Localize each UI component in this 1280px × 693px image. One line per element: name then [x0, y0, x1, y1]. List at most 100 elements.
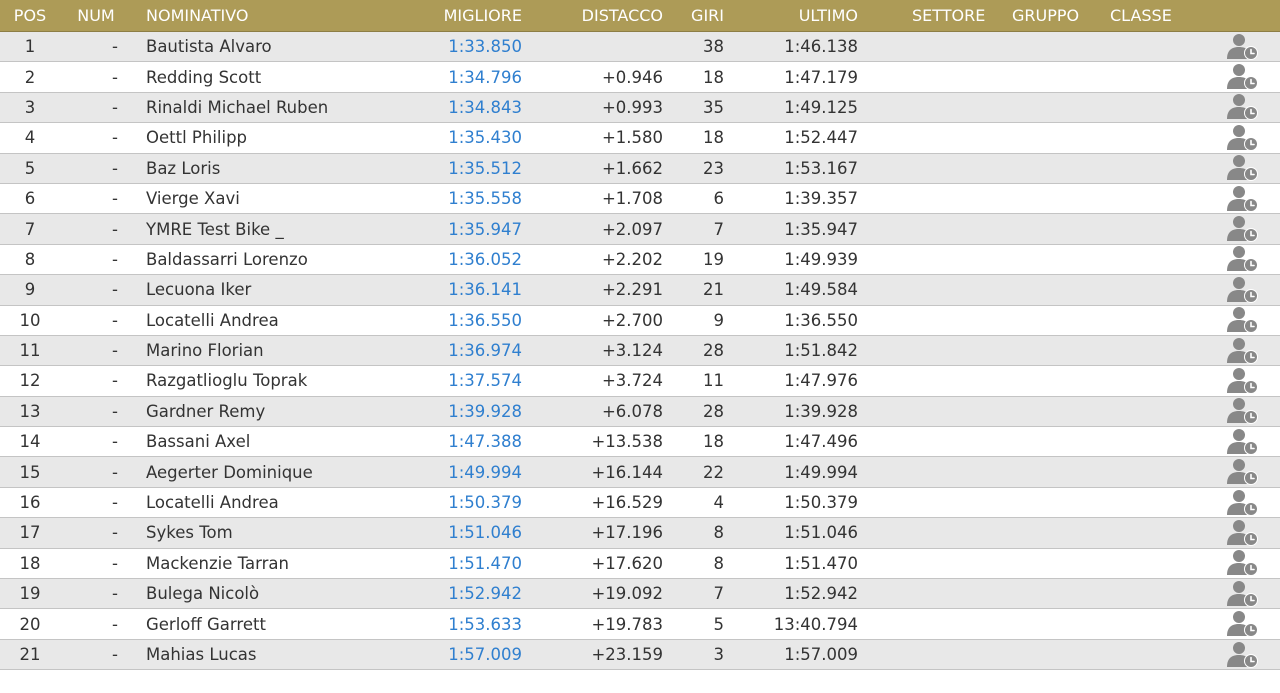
table-row[interactable]: 18 - Mackenzie Tarran 1:51.470 +17.620 8…	[0, 548, 1280, 580]
number-cell: -	[112, 462, 118, 482]
table-row[interactable]: 19 - Bulega Nicolò 1:52.942 +19.092 7 1:…	[0, 579, 1280, 610]
sector-cell	[905, 62, 995, 91]
rider-name-cell: Sykes Tom	[146, 523, 233, 543]
rider-timing-icon[interactable]	[1225, 275, 1261, 304]
number-cell: -	[112, 249, 118, 269]
column-header-gap[interactable]: DISTACCO	[560, 0, 663, 31]
table-row[interactable]: 1 - Bautista Alvaro 1:33.850 38 1:46.138	[0, 32, 1280, 63]
table-row[interactable]: 17 - Sykes Tom 1:51.046 +17.196 8 1:51.0…	[0, 518, 1280, 549]
group-cell	[1005, 397, 1095, 426]
rider-timing-icon[interactable]	[1225, 214, 1261, 243]
column-header-num[interactable]: NUM	[71, 0, 121, 31]
table-row[interactable]: 16 - Locatelli Andrea 1:50.379 +16.529 4…	[0, 487, 1280, 519]
table-row[interactable]: 13 - Gardner Remy 1:39.928 +6.078 28 1:3…	[0, 396, 1280, 428]
column-header-last[interactable]: ULTIMO	[740, 0, 858, 31]
column-header-laps[interactable]: GIRI	[680, 0, 724, 31]
group-cell	[1005, 275, 1095, 304]
position-cell: 17	[19, 523, 41, 543]
rider-name-cell: Bautista Alvaro	[146, 37, 272, 57]
best-lap-cell: 1:57.009	[448, 645, 522, 664]
gap-cell: +1.580	[601, 128, 663, 148]
rider-timing-icon[interactable]	[1225, 32, 1261, 61]
column-header-sector[interactable]: SETTORE	[912, 0, 1002, 31]
group-cell	[1005, 245, 1095, 274]
group-cell	[1005, 214, 1095, 243]
sector-cell	[905, 518, 995, 547]
position-cell: 13	[19, 401, 41, 421]
table-row[interactable]: 8 - Baldassarri Lorenzo 1:36.052 +2.202 …	[0, 244, 1280, 276]
rider-name-cell: Rinaldi Michael Ruben	[146, 97, 329, 117]
rider-timing-icon[interactable]	[1225, 306, 1261, 335]
rider-timing-icon[interactable]	[1225, 397, 1261, 426]
class-cell	[1103, 62, 1193, 91]
gap-cell: +19.092	[591, 584, 663, 604]
table-row[interactable]: 2 - Redding Scott 1:34.796 +0.946 18 1:4…	[0, 62, 1280, 93]
column-header-pos[interactable]: POS	[0, 0, 60, 31]
group-cell	[1005, 518, 1095, 547]
sector-cell	[905, 427, 995, 456]
last-lap-cell: 1:50.379	[784, 493, 858, 513]
table-row[interactable]: 11 - Marino Florian 1:36.974 +3.124 28 1…	[0, 335, 1280, 367]
rider-timing-icon[interactable]	[1225, 154, 1261, 183]
gap-cell: +13.538	[591, 432, 663, 452]
column-header-name[interactable]: NOMINATIVO	[146, 0, 426, 31]
gap-cell: +1.662	[601, 158, 663, 178]
best-lap-cell: 1:36.052	[448, 249, 522, 269]
table-row[interactable]: 7 - YMRE Test Bike _ 1:35.947 +2.097 7 1…	[0, 214, 1280, 245]
best-lap-cell: 1:53.633	[448, 614, 522, 634]
table-row[interactable]: 9 - Lecuona Iker 1:36.141 +2.291 21 1:49…	[0, 275, 1280, 306]
number-cell: -	[112, 67, 118, 87]
last-lap-cell: 1:49.994	[784, 462, 858, 482]
rider-timing-icon[interactable]	[1225, 427, 1261, 456]
sector-cell	[905, 397, 995, 426]
last-lap-cell: 1:51.046	[784, 523, 858, 543]
table-row[interactable]: 15 - Aegerter Dominique 1:49.994 +16.144…	[0, 457, 1280, 488]
rider-timing-icon[interactable]	[1225, 93, 1261, 122]
sector-cell	[905, 579, 995, 608]
laps-cell: 18	[703, 432, 724, 452]
rider-name-cell: Mahias Lucas	[146, 645, 257, 664]
best-lap-cell: 1:49.994	[448, 462, 522, 482]
gap-cell: +0.993	[601, 97, 663, 117]
table-row[interactable]: 3 - Rinaldi Michael Ruben 1:34.843 +0.99…	[0, 92, 1280, 124]
rider-timing-icon[interactable]	[1225, 123, 1261, 152]
rider-timing-icon[interactable]	[1225, 366, 1261, 395]
rider-timing-icon[interactable]	[1225, 640, 1261, 669]
column-header-best[interactable]: MIGLIORE	[420, 0, 522, 31]
rider-timing-icon[interactable]	[1225, 62, 1261, 91]
table-row[interactable]: 12 - Razgatlioglu Toprak 1:37.574 +3.724…	[0, 366, 1280, 397]
rider-timing-icon[interactable]	[1225, 518, 1261, 547]
table-row[interactable]: 4 - Oettl Philipp 1:35.430 +1.580 18 1:5…	[0, 123, 1280, 154]
rider-timing-icon[interactable]	[1225, 457, 1261, 486]
table-row[interactable]: 10 - Locatelli Andrea 1:36.550 +2.700 9 …	[0, 305, 1280, 336]
sector-cell	[905, 93, 995, 122]
class-cell	[1103, 457, 1193, 486]
column-header-group[interactable]: GRUPPO	[1012, 0, 1102, 31]
last-lap-cell: 1:47.179	[784, 67, 858, 87]
best-lap-cell: 1:51.046	[448, 523, 522, 543]
rider-timing-icon[interactable]	[1225, 609, 1261, 638]
table-row[interactable]: 14 - Bassani Axel 1:47.388 +13.538 18 1:…	[0, 427, 1280, 458]
table-row[interactable]: 21 - Mahias Lucas 1:57.009 +23.159 3 1:5…	[0, 639, 1280, 671]
position-cell: 3	[24, 97, 36, 117]
rider-timing-icon[interactable]	[1225, 579, 1261, 608]
rider-timing-icon[interactable]	[1225, 549, 1261, 578]
position-cell: 7	[24, 219, 36, 239]
table-row[interactable]: 20 - Gerloff Garrett 1:53.633 +19.783 5 …	[0, 609, 1280, 640]
last-lap-cell: 1:46.138	[784, 37, 858, 57]
rider-timing-icon[interactable]	[1225, 245, 1261, 274]
rider-name-cell: Redding Scott	[146, 67, 262, 87]
last-lap-cell: 1:51.842	[784, 341, 858, 361]
table-row[interactable]: 5 - Baz Loris 1:35.512 +1.662 23 1:53.16…	[0, 153, 1280, 184]
position-cell: 16	[19, 493, 41, 513]
table-row[interactable]: 6 - Vierge Xavi 1:35.558 +1.708 6 1:39.3…	[0, 183, 1280, 215]
last-lap-cell: 1:52.447	[784, 128, 858, 148]
rider-timing-icon[interactable]	[1225, 488, 1261, 517]
rider-timing-icon[interactable]	[1225, 184, 1261, 213]
class-cell	[1103, 154, 1193, 183]
class-cell	[1103, 518, 1193, 547]
best-lap-cell: 1:34.843	[448, 97, 522, 117]
column-header-class[interactable]: CLASSE	[1110, 0, 1200, 31]
rider-timing-icon[interactable]	[1225, 336, 1261, 365]
last-lap-cell: 13:40.794	[773, 614, 858, 634]
